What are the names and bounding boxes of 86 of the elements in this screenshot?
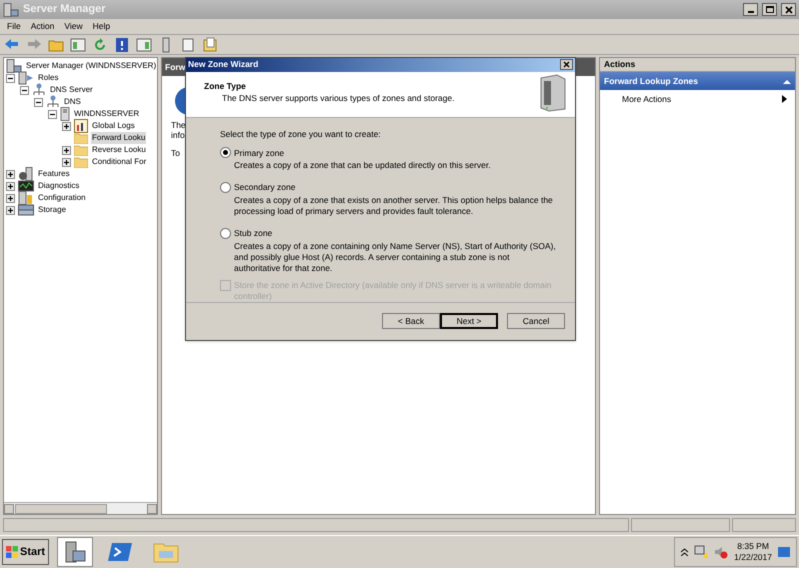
tree-item[interactable]: DNS Server xyxy=(49,84,94,96)
server-manager-icon xyxy=(3,2,19,16)
expand-icon[interactable] xyxy=(6,206,15,214)
radio-option[interactable]: Secondary zone xyxy=(220,181,557,194)
expand-icon[interactable] xyxy=(62,146,71,154)
radio-option[interactable]: Primary zone xyxy=(220,146,557,160)
section-title: Forward Lookup Zones xyxy=(604,74,698,88)
storage-icon xyxy=(18,203,34,217)
window-title: Server Manager xyxy=(23,2,106,18)
pane-text: To xyxy=(171,148,180,158)
network-icon xyxy=(46,95,60,109)
minimize-button[interactable] xyxy=(743,3,758,16)
chevron-up-icon[interactable] xyxy=(681,548,688,556)
prompt-text: Select the type of zone you want to create: xyxy=(220,128,382,141)
folder-icon xyxy=(74,156,88,168)
menu-item[interactable]: View xyxy=(61,20,86,33)
menu-item[interactable]: File xyxy=(4,20,24,33)
start-button[interactable]: Start xyxy=(2,539,50,565)
tree-item[interactable]: Storage xyxy=(37,204,68,216)
pane-title: Forw xyxy=(165,60,186,74)
panel-icon[interactable] xyxy=(70,36,86,52)
roles-icon xyxy=(18,71,34,85)
server-manager-icon xyxy=(63,541,88,563)
collapse-icon[interactable] xyxy=(48,110,57,118)
submenu-arrow-icon xyxy=(782,95,787,103)
taskbar-app[interactable] xyxy=(57,537,94,567)
dialog-title: New Zone Wizard xyxy=(188,58,258,72)
network-warning-icon[interactable] xyxy=(694,545,708,559)
wizard-button[interactable]: Cancel xyxy=(507,313,565,330)
tree-item[interactable]: Configuration xyxy=(37,192,87,204)
expand-icon[interactable] xyxy=(6,182,15,190)
maximize-button[interactable] xyxy=(762,3,777,16)
horizontal-scrollbar[interactable] xyxy=(4,502,157,514)
expand-icon[interactable] xyxy=(62,122,71,130)
option-description: Creates a copy of a zone that exists on another server. This option helps balance the processing load of primary servers and provides fault tolerance. xyxy=(233,195,554,218)
action-link[interactable]: More Actions xyxy=(622,92,672,106)
menu-item[interactable]: Action xyxy=(28,20,58,33)
wizard-button[interactable]: Next > xyxy=(440,313,498,330)
tree-item[interactable]: Roles xyxy=(37,72,60,84)
folder-icon xyxy=(74,144,88,156)
panel-icon[interactable] xyxy=(136,36,152,52)
tree-item[interactable]: Global Logs xyxy=(91,120,136,132)
status-panel xyxy=(732,518,796,532)
tree-item[interactable]: DNS xyxy=(63,96,82,108)
expand-icon[interactable] xyxy=(6,170,15,178)
log-icon xyxy=(74,119,88,133)
page-icon[interactable] xyxy=(180,36,196,52)
wizard-button[interactable]: < Back xyxy=(382,313,440,330)
expand-icon[interactable] xyxy=(62,158,71,166)
tree-item[interactable]: WINDNSSERVER xyxy=(73,108,140,120)
step-heading: Zone Type xyxy=(204,80,247,92)
actions-title: Actions xyxy=(604,58,636,71)
folder-icon xyxy=(74,132,88,144)
windows-logo-icon xyxy=(6,546,18,558)
tree-item[interactable]: Forward Looku xyxy=(91,132,146,144)
server-manager-icon xyxy=(6,59,22,73)
network-icon xyxy=(32,83,46,97)
close-button[interactable] xyxy=(560,59,573,70)
pane-text: info xyxy=(171,130,185,140)
option-description: Creates a copy of a zone containing only Name Server (NS), Start of Authority (SOA), and possibly glue Host (A) records. A server containing a stub zone is not authoritative for that zone. xyxy=(233,240,557,274)
document-folder-icon[interactable] xyxy=(202,36,218,52)
radio-option[interactable]: Stub zone xyxy=(220,227,557,240)
tree-item[interactable]: Conditional For xyxy=(91,156,148,168)
collapse-icon[interactable] xyxy=(34,98,43,106)
features-icon xyxy=(18,167,34,181)
close-icon xyxy=(784,6,792,14)
menu-item[interactable]: Help xyxy=(90,20,114,33)
collapse-icon[interactable] xyxy=(20,86,29,94)
close-button[interactable] xyxy=(781,3,796,16)
clock-time[interactable]: 8:35 PM xyxy=(737,541,769,552)
close-icon xyxy=(563,61,570,68)
tree-item[interactable]: Reverse Looku xyxy=(91,144,147,156)
actions-section[interactable]: Forward Lookup Zones xyxy=(600,72,795,90)
option-description: Creates a copy of a zone that can be updated directly on this server. xyxy=(233,160,492,172)
configuration-icon xyxy=(18,191,34,205)
clock-date[interactable]: 1/22/2017 xyxy=(734,552,772,563)
monitor-icon xyxy=(18,179,34,193)
tree-item[interactable]: Diagnostics xyxy=(37,180,80,192)
tree-item[interactable]: Server Manager (WINDNSSERVER) xyxy=(25,60,157,72)
powershell-icon[interactable] xyxy=(107,541,134,563)
step-description: The DNS server supports various types of zones and storage. xyxy=(221,92,454,106)
expand-icon[interactable] xyxy=(6,194,15,202)
pane-text: The xyxy=(171,120,186,130)
collapse-icon[interactable] xyxy=(6,74,15,82)
muted-speaker-icon[interactable] xyxy=(714,545,728,559)
tree-item[interactable]: Features xyxy=(37,168,71,180)
